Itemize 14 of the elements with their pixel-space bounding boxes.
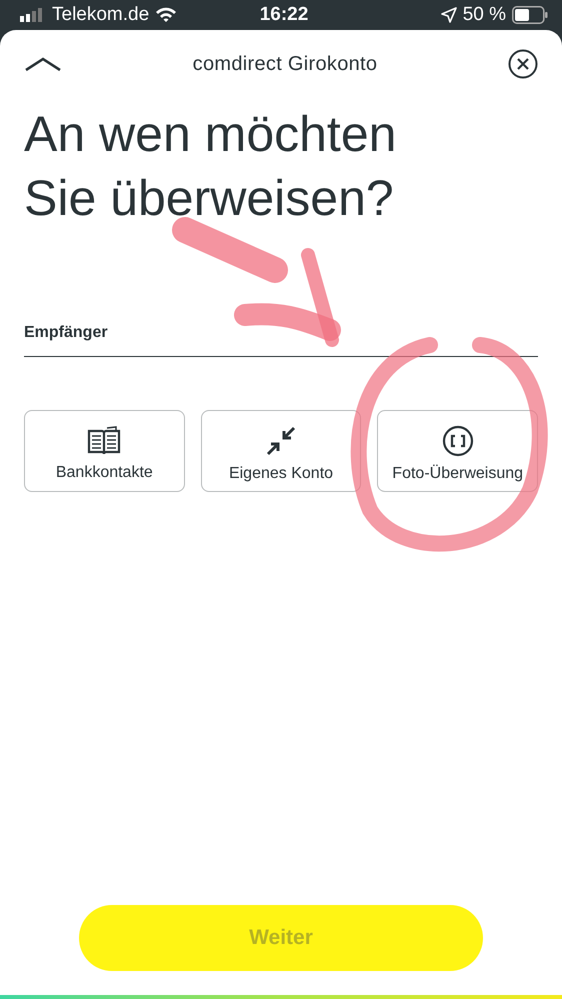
carrier-name: Telekom.de [52,4,150,26]
page-heading: An wen möchten Sie überweisen? [24,105,398,228]
battery-percent: 50 % [462,4,506,26]
option-button[interactable]: Bankkontakte [24,410,185,492]
open-book-icon [87,426,122,456]
chevron-up-icon[interactable] [24,56,62,72]
recipient-field[interactable]: Empfänger [24,318,538,357]
battery-icon [512,6,548,24]
camera-scan-icon [442,425,474,457]
close-icon[interactable] [508,49,538,79]
screen-title: comdirect Girokonto [192,52,378,76]
clock-time: 16:22 [260,4,308,26]
wifi-icon [155,7,178,23]
location-icon [440,7,457,23]
